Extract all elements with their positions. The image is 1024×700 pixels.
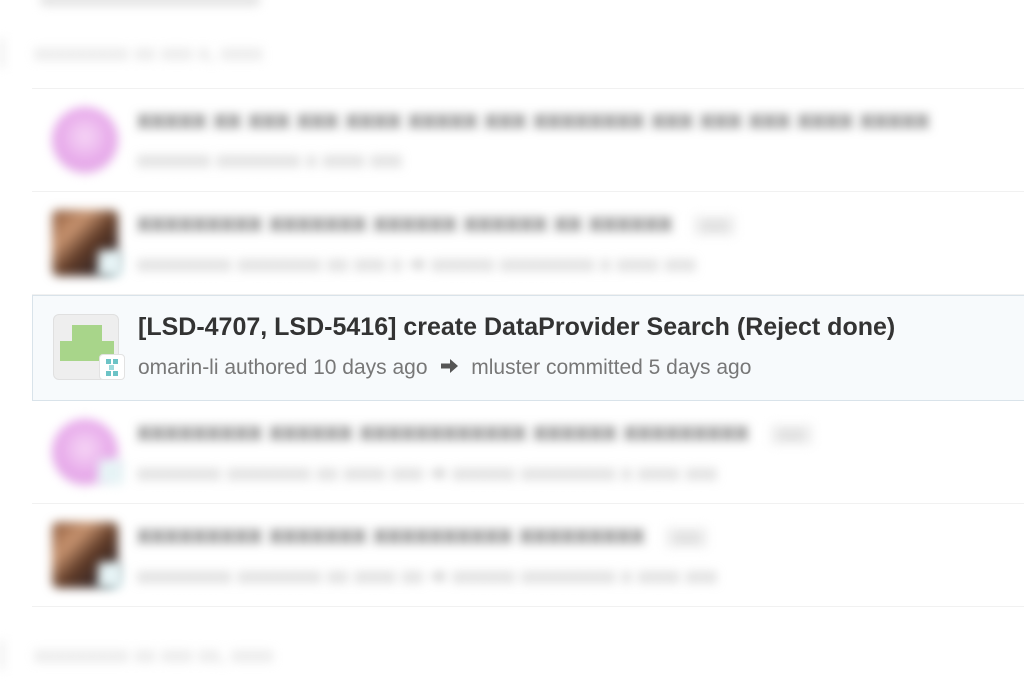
commit-row-blurred-2[interactable]: xxxxxxxxx xxxxxxx xxxxxx xxxxxx xx xxxxx… <box>32 192 1024 295</box>
author-avatar[interactable] <box>52 107 118 173</box>
committer-avatar[interactable] <box>98 459 124 485</box>
commit-row-blurred-1[interactable]: xxxxx xx xxx xxx xxxx xxxxx xxx xxxxxxxx… <box>32 89 1024 192</box>
committed-label: committed <box>545 356 643 379</box>
blurred-side-marker <box>0 38 4 68</box>
blurred-side-marker <box>0 640 4 670</box>
commit-title-blurred[interactable]: xxxxx xx xxx xxx xxxx xxxxx xxx xxxxxxxx… <box>137 106 929 135</box>
commit-title-blurred[interactable]: xxxxxxxxx xxxxxxx xxxxxx xxxxxx xx xxxxx… <box>137 209 737 238</box>
commit-title[interactable]: [LSD-4707, LSD-5416] create DataProvider… <box>138 313 895 342</box>
commit-list: xxxxx xx xxx xxx xxxx xxxxx xxx xxxxxxxx… <box>32 88 1024 607</box>
committer-name[interactable]: mluster <box>471 356 540 379</box>
committer-avatar[interactable] <box>98 562 124 588</box>
commit-meta-blurred: xxxxxxxxx xxxxxxxx xx xxx x ➔ xxxxxx xxx… <box>137 253 696 276</box>
commit-title-blurred[interactable]: xxxxxxxxx xxxxxxx xxxxxxxxxx xxxxxxxxx x… <box>137 521 709 550</box>
committed-time: 5 days ago <box>648 356 752 379</box>
author-name[interactable]: omarin-li <box>138 356 219 379</box>
blurred-group-heading: xxxxxxxxx xx xxx x, xxxx <box>34 42 263 65</box>
commit-meta-blurred: xxxxxxx xxxxxxxx x xxxx xxx <box>137 149 402 172</box>
commit-title-blurred[interactable]: xxxxxxxxx xxxxxx xxxxxxxxxxxx xxxxxx xxx… <box>137 418 813 447</box>
commit-history-page: xxxxxxxxx xx xxx x, xxxx xxxxx xx xxx xx… <box>0 0 1024 700</box>
blurred-header-fragment <box>40 0 260 6</box>
commit-row-selected[interactable]: [LSD-4707, LSD-5416] create DataProvider… <box>32 295 1024 401</box>
authored-label: authored <box>224 356 308 379</box>
commit-meta-blurred: xxxxxxxx xxxxxxxx xx xxxx xxx ➔ xxxxxx x… <box>137 462 717 485</box>
blurred-group-heading: xxxxxxxxx xx xxx xx, xxxx <box>34 644 274 667</box>
arrow-right-icon <box>441 356 459 380</box>
commit-meta: omarin-li authored 10 days ago mluster c… <box>138 356 751 380</box>
committer-avatar[interactable] <box>99 354 125 380</box>
commit-meta-blurred: xxxxxxxxx xxxxxxxx xx xxxx xx ➔ xxxxxx x… <box>137 565 717 588</box>
commit-row-blurred-3[interactable]: xxxxxxxxx xxxxxx xxxxxxxxxxxx xxxxxx xxx… <box>32 401 1024 504</box>
commit-row-blurred-4[interactable]: xxxxxxxxx xxxxxxx xxxxxxxxxx xxxxxxxxx x… <box>32 504 1024 607</box>
committer-avatar[interactable] <box>98 250 124 276</box>
authored-time: 10 days ago <box>313 356 428 379</box>
